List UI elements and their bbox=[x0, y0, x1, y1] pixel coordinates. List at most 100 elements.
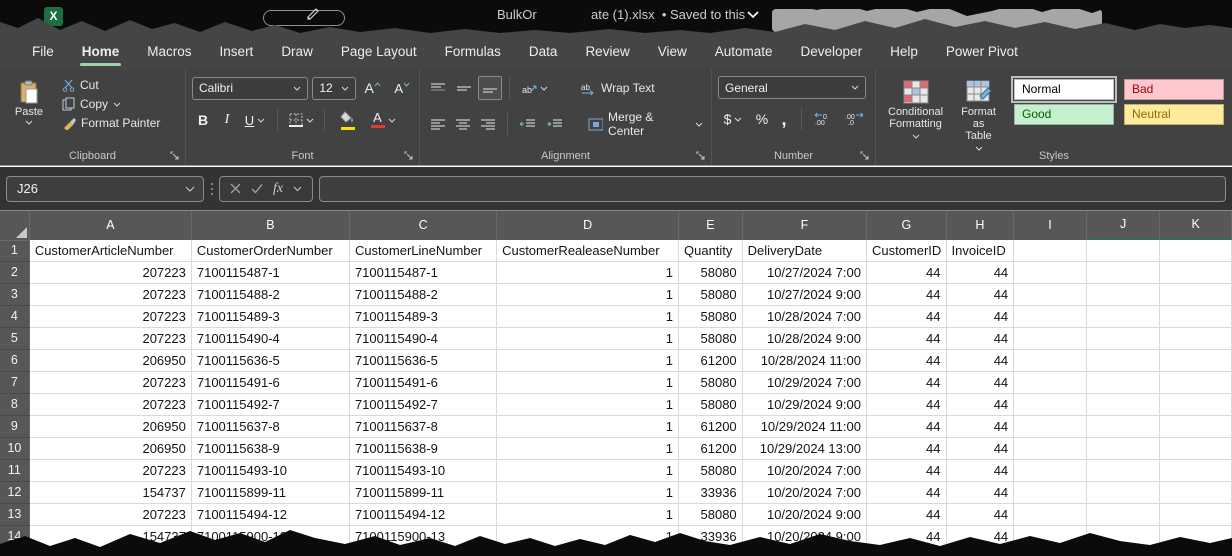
format-as-table-button[interactable]: Format asTable bbox=[955, 76, 1002, 158]
cell-A7[interactable]: 207223 bbox=[30, 372, 192, 394]
cell-I6[interactable] bbox=[1014, 350, 1087, 372]
row-header-11[interactable]: 11 bbox=[0, 460, 30, 482]
cell-E6[interactable]: 61200 bbox=[679, 350, 743, 372]
decrease-decimal-button[interactable]: .00.0 bbox=[841, 107, 867, 131]
copy-button[interactable]: Copy bbox=[58, 95, 164, 113]
cell-A6[interactable]: 206950 bbox=[30, 350, 192, 372]
decrease-font-size-button[interactable]: A bbox=[389, 76, 415, 100]
cell-B9[interactable]: 7100115637-8 bbox=[192, 416, 350, 438]
cell-E9[interactable]: 61200 bbox=[679, 416, 743, 438]
cell-G7[interactable]: 44 bbox=[867, 372, 947, 394]
cell-A10[interactable]: 206950 bbox=[30, 438, 192, 460]
cell-G13[interactable]: 44 bbox=[867, 504, 947, 526]
cell-E13[interactable]: 58080 bbox=[679, 504, 743, 526]
cell-F2[interactable]: 10/27/2024 7:00 bbox=[743, 262, 867, 284]
row-header-13[interactable]: 13 bbox=[0, 504, 30, 526]
font-size-select[interactable]: 12 bbox=[312, 77, 356, 100]
cell-K11[interactable] bbox=[1160, 460, 1232, 482]
cell-A9[interactable]: 206950 bbox=[30, 416, 192, 438]
cell-C12[interactable]: 7100115899-11 bbox=[350, 482, 497, 504]
cell-J14[interactable] bbox=[1087, 526, 1161, 548]
cell-I10[interactable] bbox=[1014, 438, 1087, 460]
align-bottom-button[interactable] bbox=[478, 76, 502, 100]
cell-F3[interactable]: 10/27/2024 9:00 bbox=[743, 284, 867, 306]
cell-H6[interactable]: 44 bbox=[947, 350, 1015, 372]
cell-F13[interactable]: 10/20/2024 9:00 bbox=[743, 504, 867, 526]
cell-E7[interactable]: 58080 bbox=[679, 372, 743, 394]
cell-C1[interactable]: CustomerLineNumber bbox=[350, 240, 497, 262]
comma-style-button[interactable]: , bbox=[776, 107, 792, 131]
cell-K10[interactable] bbox=[1160, 438, 1232, 460]
cell-G6[interactable]: 44 bbox=[867, 350, 947, 372]
cell-I9[interactable] bbox=[1014, 416, 1087, 438]
cell-H11[interactable]: 44 bbox=[947, 460, 1015, 482]
cell-B5[interactable]: 7100115490-4 bbox=[192, 328, 350, 350]
column-header-C[interactable]: C bbox=[350, 211, 497, 241]
cell-F7[interactable]: 10/29/2024 7:00 bbox=[743, 372, 867, 394]
cell-F1[interactable]: DeliveryDate bbox=[743, 240, 867, 262]
cell-A11[interactable]: 207223 bbox=[30, 460, 192, 482]
cell-K9[interactable] bbox=[1160, 416, 1232, 438]
cell-I14[interactable] bbox=[1014, 526, 1087, 548]
cell-H8[interactable]: 44 bbox=[947, 394, 1015, 416]
cell-H13[interactable]: 44 bbox=[947, 504, 1015, 526]
cell-E4[interactable]: 58080 bbox=[679, 306, 743, 328]
cell-K3[interactable] bbox=[1160, 284, 1232, 306]
cell-F6[interactable]: 10/28/2024 11:00 bbox=[743, 350, 867, 372]
cell-J12[interactable] bbox=[1087, 482, 1161, 504]
align-middle-button[interactable] bbox=[452, 76, 476, 100]
column-header-J[interactable]: J bbox=[1087, 211, 1161, 241]
accounting-format-button[interactable]: $ bbox=[718, 107, 748, 131]
increase-decimal-button[interactable]: 0.00 bbox=[811, 107, 837, 131]
paste-button[interactable]: Paste bbox=[6, 76, 52, 129]
cell-I4[interactable] bbox=[1014, 306, 1087, 328]
tab-data[interactable]: Data bbox=[515, 34, 572, 70]
align-right-button[interactable] bbox=[477, 112, 500, 136]
cell-H5[interactable]: 44 bbox=[947, 328, 1015, 350]
cell-D11[interactable]: 1 bbox=[497, 460, 679, 482]
cell-C6[interactable]: 7100115636-5 bbox=[350, 350, 497, 372]
cell-I2[interactable] bbox=[1014, 262, 1087, 284]
cell-J9[interactable] bbox=[1087, 416, 1161, 438]
cell-H14[interactable]: 44 bbox=[947, 526, 1015, 548]
cell-J3[interactable] bbox=[1087, 284, 1161, 306]
cell-K4[interactable] bbox=[1160, 306, 1232, 328]
cell-C5[interactable]: 7100115490-4 bbox=[350, 328, 497, 350]
cell-I7[interactable] bbox=[1014, 372, 1087, 394]
clipboard-dialog-launcher[interactable] bbox=[169, 150, 181, 162]
cell-C13[interactable]: 7100115494-12 bbox=[350, 504, 497, 526]
cell-F9[interactable]: 10/29/2024 11:00 bbox=[743, 416, 867, 438]
font-color-button[interactable]: A bbox=[366, 108, 400, 132]
number-format-select[interactable]: General bbox=[718, 76, 866, 99]
cell-G9[interactable]: 44 bbox=[867, 416, 947, 438]
cell-A1[interactable]: CustomerArticleNumber bbox=[30, 240, 192, 262]
cell-K1[interactable] bbox=[1160, 240, 1232, 262]
cell-G5[interactable]: 44 bbox=[867, 328, 947, 350]
cell-E3[interactable]: 58080 bbox=[679, 284, 743, 306]
cell-F8[interactable]: 10/29/2024 9:00 bbox=[743, 394, 867, 416]
cell-F5[interactable]: 10/28/2024 9:00 bbox=[743, 328, 867, 350]
cell-J13[interactable] bbox=[1087, 504, 1161, 526]
cell-D8[interactable]: 1 bbox=[497, 394, 679, 416]
column-header-G[interactable]: G bbox=[867, 211, 947, 241]
cell-C3[interactable]: 7100115488-2 bbox=[350, 284, 497, 306]
cell-A8[interactable]: 207223 bbox=[30, 394, 192, 416]
cell-B14[interactable]: 7100115900-13 bbox=[192, 526, 350, 548]
column-header-I[interactable]: I bbox=[1014, 211, 1087, 241]
formula-input[interactable] bbox=[319, 176, 1226, 202]
tab-macros[interactable]: Macros bbox=[133, 34, 205, 70]
align-center-button[interactable] bbox=[451, 112, 474, 136]
cell-E8[interactable]: 58080 bbox=[679, 394, 743, 416]
conditional-formatting-button[interactable]: ConditionalFormatting bbox=[882, 76, 949, 146]
cell-C11[interactable]: 7100115493-10 bbox=[350, 460, 497, 482]
cell-E5[interactable]: 58080 bbox=[679, 328, 743, 350]
cell-E12[interactable]: 33936 bbox=[679, 482, 743, 504]
cell-E14[interactable]: 33936 bbox=[679, 526, 743, 548]
row-header-14[interactable]: 14 bbox=[0, 526, 30, 548]
cell-B7[interactable]: 7100115491-6 bbox=[192, 372, 350, 394]
tab-file[interactable]: File bbox=[18, 34, 68, 70]
column-header-K[interactable]: K bbox=[1160, 211, 1232, 241]
cell-style-good[interactable]: Good bbox=[1014, 104, 1114, 125]
cell-J2[interactable] bbox=[1087, 262, 1161, 284]
cell-B13[interactable]: 7100115494-12 bbox=[192, 504, 350, 526]
